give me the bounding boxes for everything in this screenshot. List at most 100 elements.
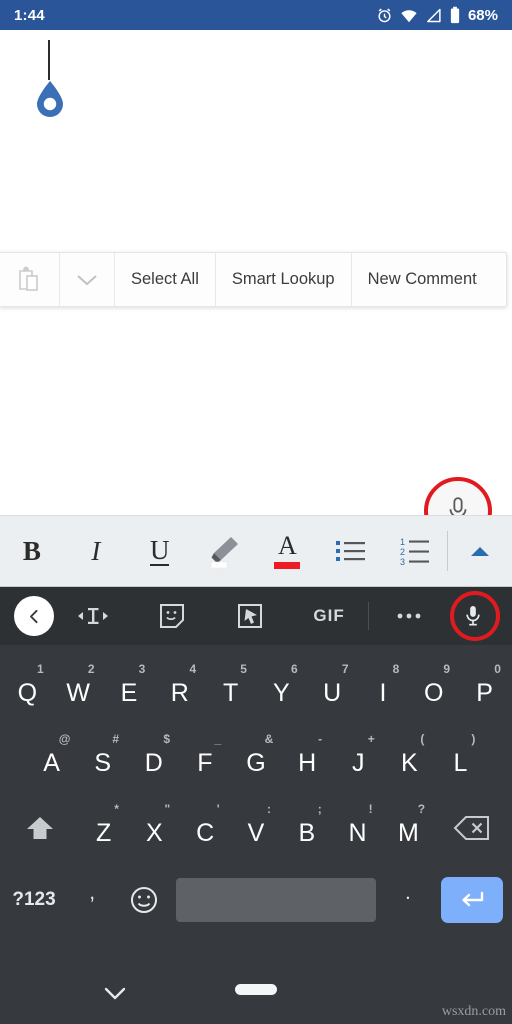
key-u[interactable]: 7 U (307, 653, 358, 723)
expand-toolbar-button[interactable] (448, 515, 512, 587)
key-m[interactable]: ? M (383, 793, 434, 863)
key-j-letter: J (351, 748, 365, 777)
text-edit-button[interactable] (54, 587, 133, 645)
enter-key[interactable] (434, 877, 510, 923)
period-key[interactable]: . (382, 881, 434, 919)
sticker-button[interactable] (133, 587, 212, 645)
key-z[interactable]: * Z (78, 793, 129, 863)
formatting-toolbar[interactable]: B I U A 1 2 3 (0, 515, 512, 587)
backspace-key[interactable] (434, 793, 510, 863)
phone-screen: 1:44 68% Select All Smart Lookup New Com… (0, 0, 512, 1024)
wifi-icon (401, 9, 417, 22)
bold-button[interactable]: B (0, 515, 64, 587)
key-c[interactable]: ' C (180, 793, 231, 863)
key-f[interactable]: _ F (179, 723, 230, 793)
gboard-keyboard[interactable]: GIF 1 Q 2 W 3 E 4 R 5 T 6 Y 7 U 8 I 9 O … (0, 587, 512, 1024)
shift-key[interactable] (2, 793, 78, 863)
key-k[interactable]: ( K (384, 723, 435, 793)
key-t[interactable]: 5 T (205, 653, 256, 723)
keyboard-toolbar[interactable]: GIF (0, 587, 512, 645)
hide-keyboard-button[interactable] (100, 981, 130, 1005)
key-c-letter: C (196, 818, 215, 847)
key-i[interactable]: 8 I (358, 653, 409, 723)
key-r[interactable]: 4 R (154, 653, 205, 723)
key-q[interactable]: 1 Q (2, 653, 53, 723)
key-p[interactable]: 0 P (459, 653, 510, 723)
enter-arrow-icon (462, 891, 484, 907)
key-x-letter: X (146, 818, 163, 847)
underline-button[interactable]: U (128, 515, 192, 587)
numbered-list-button[interactable]: 1 2 3 (383, 515, 447, 587)
bulleted-list-button[interactable] (319, 515, 383, 587)
keyboard-row-1[interactable]: 1 Q 2 W 3 E 4 R 5 T 6 Y 7 U 8 I 9 O 0 P (2, 653, 510, 723)
battery-icon (450, 6, 460, 24)
key-x-symbol: " (164, 802, 171, 816)
key-s[interactable]: # S (77, 723, 128, 793)
text-selection-handle-icon[interactable] (34, 78, 66, 120)
key-e[interactable]: 3 E (104, 653, 155, 723)
watermark: wsxdn.com (441, 1004, 506, 1019)
context-menu-expand-button[interactable] (60, 253, 115, 306)
key-n[interactable]: ! N (332, 793, 383, 863)
key-e-number: 3 (138, 662, 146, 676)
key-f-symbol: _ (214, 732, 222, 746)
symbols-key[interactable]: ?123 (2, 889, 66, 911)
emoji-key[interactable] (118, 885, 170, 915)
key-g[interactable]: & G (230, 723, 281, 793)
highlight-button[interactable] (192, 515, 256, 587)
document-canvas[interactable]: Select All Smart Lookup New Comment (0, 30, 512, 545)
key-w[interactable]: 2 W (53, 653, 104, 723)
enter-key-surface[interactable] (441, 877, 503, 923)
key-m-symbol: ? (417, 802, 426, 816)
key-u-letter: U (323, 678, 342, 707)
font-color-button[interactable]: A (256, 515, 320, 587)
numbered-list-icon: 1 2 3 (400, 537, 430, 566)
italic-label: I (91, 535, 101, 566)
key-y-number: 6 (291, 662, 298, 676)
keyboard-row-2[interactable]: @ A # S $ D _ F & G - H + J (K) L (2, 723, 510, 793)
paste-button[interactable] (0, 253, 60, 306)
shift-arrow-icon (27, 817, 54, 839)
chevron-up-icon (471, 547, 490, 556)
key-a-symbol: @ (58, 732, 71, 746)
key-h-symbol: - (318, 732, 323, 746)
font-color-letter: A (278, 531, 297, 560)
key-h[interactable]: - H (282, 723, 333, 793)
smart-lookup-button[interactable]: Smart Lookup (215, 253, 352, 306)
key-v[interactable]: : V (231, 793, 282, 863)
translate-button[interactable] (211, 587, 290, 645)
select-all-button[interactable]: Select All (115, 253, 216, 306)
key-d[interactable]: $ D (128, 723, 179, 793)
italic-button[interactable]: I (64, 515, 128, 587)
key-x[interactable]: " X (129, 793, 180, 863)
key-l-letter: L (453, 748, 468, 777)
text-caret (48, 40, 50, 80)
key-j[interactable]: + J (333, 723, 384, 793)
status-bar-clock: 1:44 (14, 6, 45, 24)
key-y[interactable]: 6 Y (256, 653, 307, 723)
key-a[interactable]: @ A (26, 723, 77, 793)
space-key[interactable] (176, 878, 376, 922)
new-comment-button[interactable]: New Comment (351, 253, 493, 306)
font-color-swatch (274, 562, 301, 569)
text-caret-group[interactable] (30, 40, 70, 125)
key-l[interactable]: ) L (435, 723, 486, 793)
gif-button[interactable]: GIF (290, 587, 369, 645)
key-q-letter: Q (17, 678, 38, 707)
key-o[interactable]: 9 O (408, 653, 459, 723)
keyboard-row-3[interactable]: * Z " X ' C : V ; B ! N ? M (2, 793, 510, 863)
home-indicator[interactable] (235, 984, 277, 995)
key-b[interactable]: ; B (281, 793, 332, 863)
voice-input-button[interactable] (448, 587, 500, 645)
navigation-bar[interactable]: wsxdn.com (0, 962, 512, 1024)
comma-key[interactable]: , (66, 881, 118, 919)
context-menu[interactable]: Select All Smart Lookup New Comment (0, 252, 507, 307)
keyboard-back-button[interactable] (14, 596, 54, 636)
keyboard-keys[interactable]: 1 Q 2 W 3 E 4 R 5 T 6 Y 7 U 8 I 9 O 0 P … (0, 645, 512, 937)
keyboard-row-4[interactable]: ?123 , . (2, 863, 510, 937)
key-k-symbol: ( (420, 732, 425, 746)
key-w-letter: W (66, 678, 90, 707)
more-options-button[interactable] (369, 587, 448, 645)
key-p-letter: P (476, 678, 493, 707)
battery-percent: 68% (467, 6, 498, 24)
